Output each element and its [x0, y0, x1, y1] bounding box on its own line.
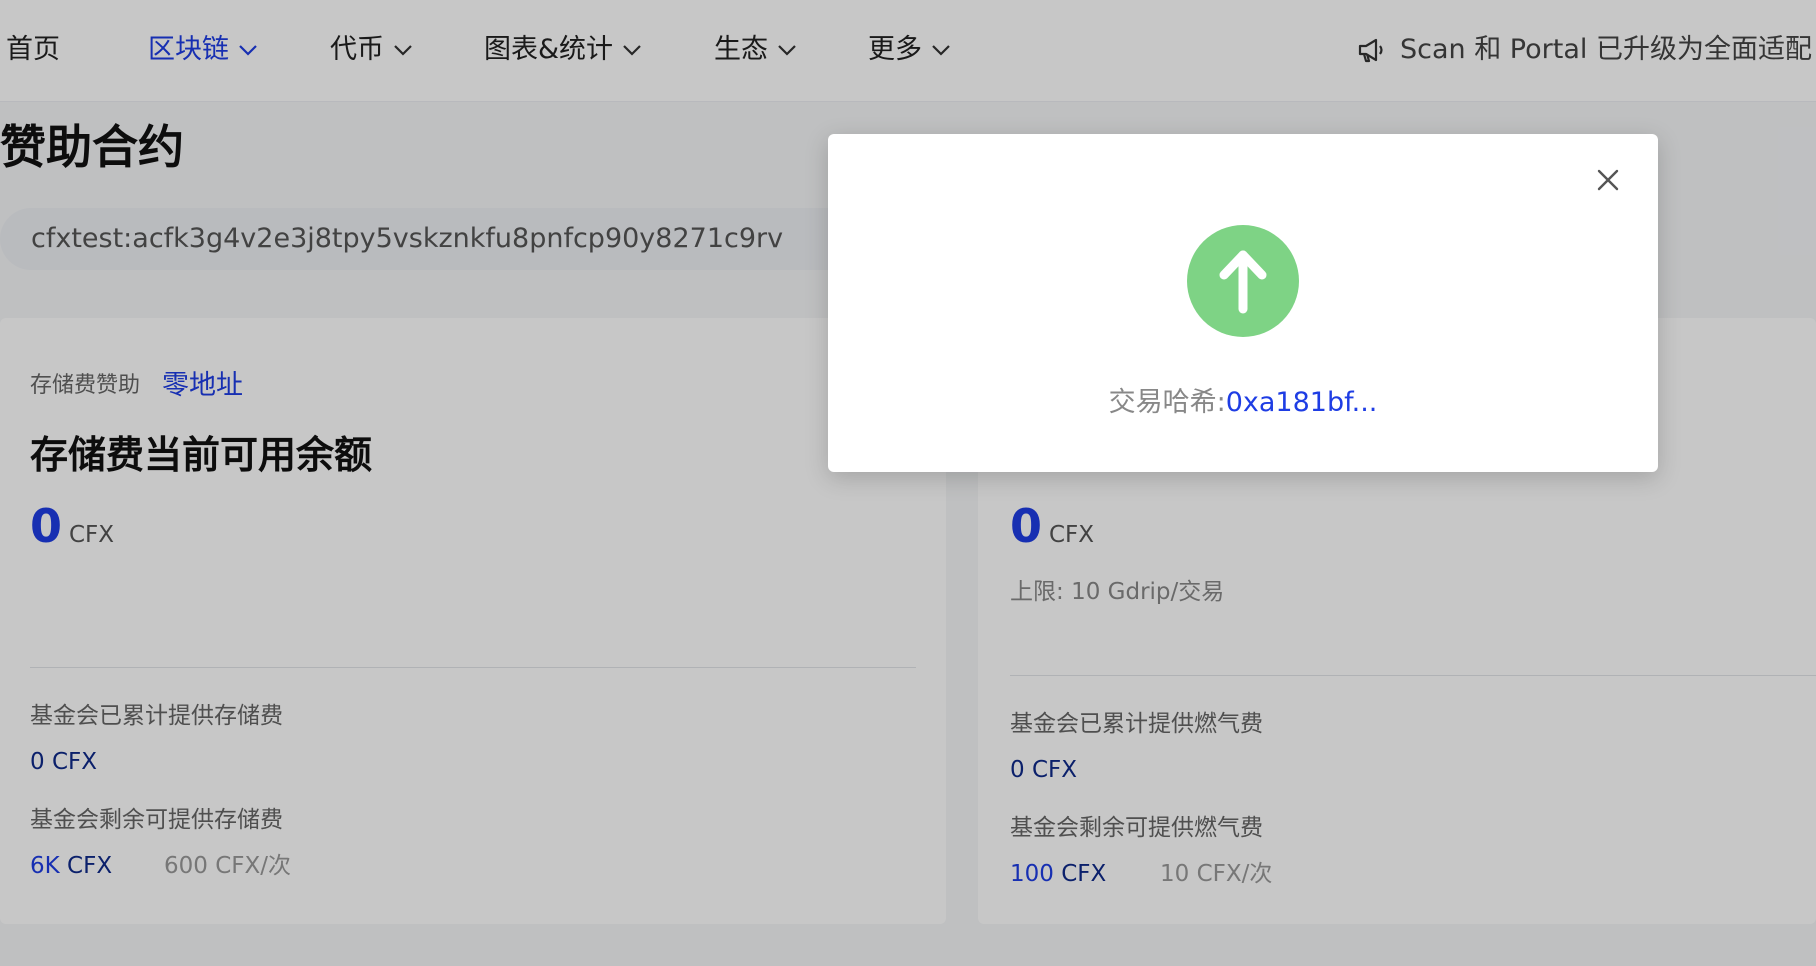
arrow-up-circle-icon — [1187, 225, 1299, 337]
tx-hash-link[interactable]: 0xa181bf... — [1226, 387, 1378, 418]
close-icon[interactable] — [1590, 162, 1626, 198]
tx-hash-label: 交易哈希: — [1108, 387, 1226, 418]
transaction-submitted-modal: 交易哈希:0xa181bf... — [828, 134, 1658, 472]
transaction-hash-line: 交易哈希:0xa181bf... — [828, 384, 1658, 422]
